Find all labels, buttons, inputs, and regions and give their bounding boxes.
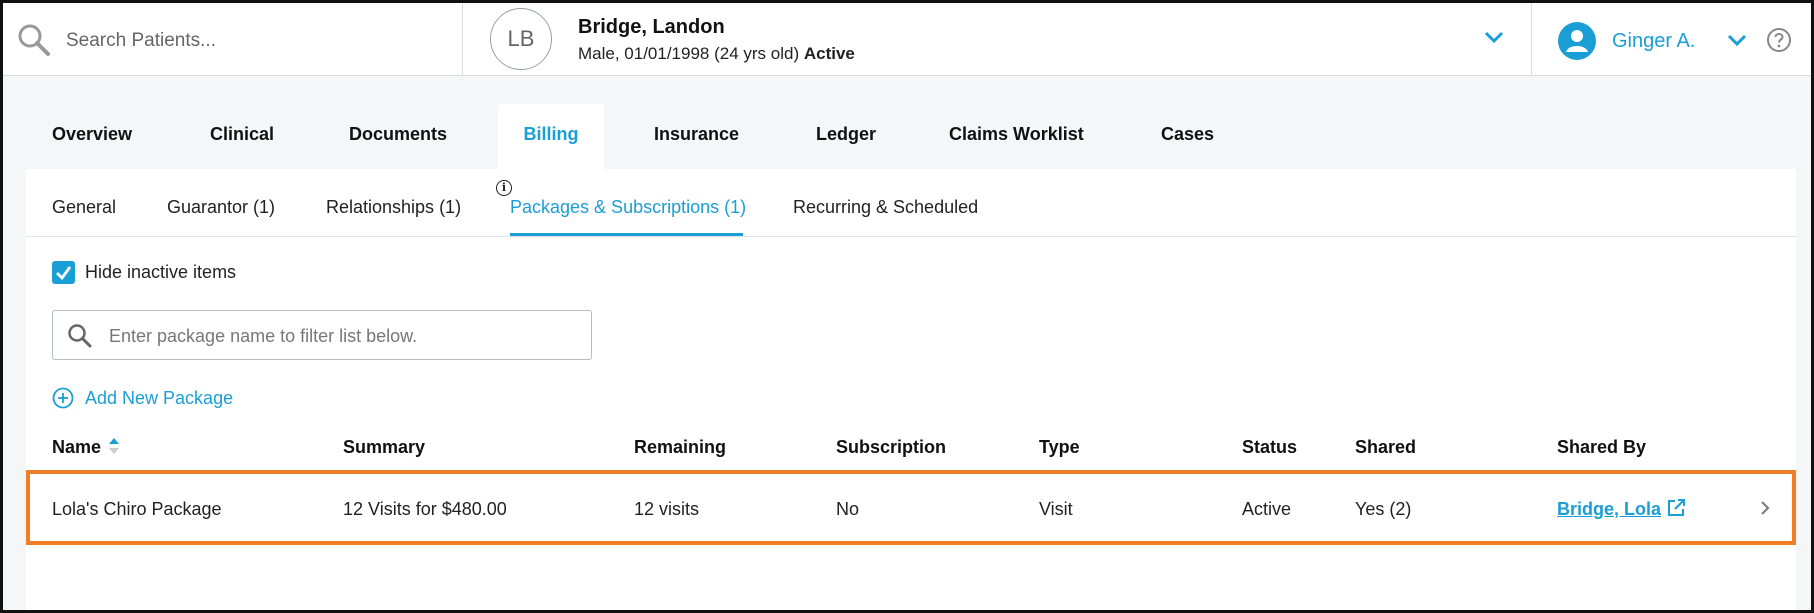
column-header-status: Status (1242, 437, 1298, 457)
user-menu[interactable]: Ginger A. (1531, 3, 1811, 76)
column-header-shared-by: Shared By (1557, 437, 1647, 457)
cell-type: Visit (1039, 499, 1073, 519)
active-subtab-indicator (510, 233, 743, 236)
add-new-package-button[interactable]: Add New Package (85, 388, 233, 409)
subtab-guarantor[interactable]: Guarantor (1) (167, 197, 275, 218)
column-header-subscription: Subscription (836, 437, 947, 457)
tab-documents[interactable]: Documents (349, 104, 447, 169)
chevron-down-icon[interactable] (1483, 29, 1505, 50)
patient-demographics-text: Male, 01/01/1998 (24 yrs old) (578, 44, 800, 63)
patient-demographics: Male, 01/01/1998 (24 yrs old) Active (578, 44, 855, 64)
subtab-general[interactable]: General (52, 197, 116, 218)
tab-ledger[interactable]: Ledger (816, 104, 876, 169)
package-filter-input[interactable]: Enter package name to filter list below. (109, 326, 417, 347)
tab-insurance[interactable]: Insurance (654, 104, 739, 169)
patient-search[interactable]: Search Patients... (3, 3, 463, 76)
hide-inactive-checkbox[interactable] (52, 261, 75, 284)
top-bar: Search Patients... LB Bridge, Landon Mal… (3, 3, 1811, 76)
external-link-icon[interactable] (1666, 498, 1686, 523)
search-icon (17, 23, 51, 62)
tab-claims-worklist[interactable]: Claims Worklist (949, 104, 1084, 169)
cell-status: Active (1242, 499, 1292, 519)
package-filter-field[interactable]: Enter package name to filter list below. (52, 310, 592, 360)
patient-name: Bridge, Landon (578, 16, 725, 38)
user-name[interactable]: Ginger A. (1612, 30, 1695, 53)
cell-remaining: 12 visits (634, 499, 700, 519)
subtab-relationships[interactable]: Relationships (1) (326, 197, 461, 218)
patient-status: Active (803, 44, 855, 63)
info-icon[interactable]: i (496, 180, 512, 196)
tab-billing[interactable]: Billing (498, 104, 604, 169)
tab-cases[interactable]: Cases (1161, 104, 1214, 169)
column-header-summary: Summary (343, 437, 426, 457)
column-header-remaining: Remaining (634, 437, 727, 457)
add-circle-icon[interactable] (52, 387, 74, 414)
app-window: Search Patients... LB Bridge, Landon Mal… (0, 0, 1814, 613)
chevron-down-icon[interactable] (1726, 32, 1748, 53)
search-icon (67, 323, 93, 354)
subtab-packages-subscriptions[interactable]: Packages & Subscriptions (1) (510, 197, 746, 218)
chevron-right-icon[interactable] (1759, 499, 1771, 522)
subtab-recurring-scheduled[interactable]: Recurring & Scheduled (793, 197, 978, 218)
column-header-shared: Shared (1355, 437, 1417, 457)
column-header-type: Type (1039, 437, 1080, 457)
sort-ascending-icon[interactable] (108, 437, 120, 460)
column-header-name[interactable]: Name (52, 437, 101, 458)
user-avatar-icon (1558, 22, 1596, 65)
hide-inactive-label[interactable]: Hide inactive items (85, 262, 236, 283)
shared-by-link[interactable]: Bridge, Lola (1557, 499, 1661, 520)
patient-header: LB Bridge, Landon Male, 01/01/1998 (24 y… (463, 3, 1533, 76)
help-icon[interactable] (1766, 27, 1792, 58)
cell-shared: Yes (2) (1355, 499, 1412, 519)
cell-summary: 12 Visits for $480.00 (343, 499, 507, 519)
cell-subscription: No (836, 499, 860, 519)
checkmark-icon (56, 266, 72, 281)
table-row[interactable] (26, 470, 1796, 545)
tab-overview[interactable]: Overview (52, 104, 132, 169)
billing-panel: General Guarantor (1) Relationships (1) … (26, 169, 1796, 610)
sub-tabs: General Guarantor (1) Relationships (1) … (26, 169, 1796, 237)
patient-search-input[interactable]: Search Patients... (66, 30, 216, 52)
tab-clinical[interactable]: Clinical (210, 104, 274, 169)
cell-name: Lola's Chiro Package (52, 499, 222, 519)
patient-avatar: LB (490, 8, 552, 70)
